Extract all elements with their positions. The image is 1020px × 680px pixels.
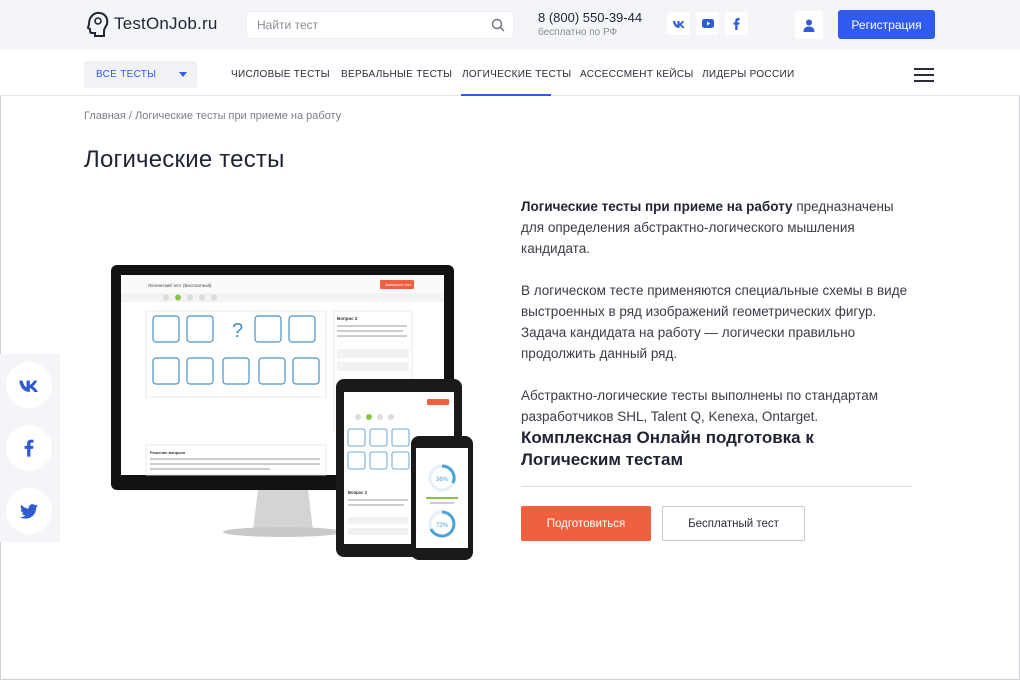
facebook-icon[interactable] [6, 425, 52, 471]
vk-icon[interactable] [6, 362, 52, 408]
breadcrumb[interactable]: Главная / Логические тесты при приеме на… [84, 110, 341, 122]
phone-progress-2: 72% [436, 523, 449, 529]
smartphone: 36% 72% [411, 436, 473, 560]
facebook-icon[interactable] [725, 12, 748, 35]
chevron-down-icon [179, 72, 187, 77]
divider [521, 486, 912, 487]
hamburger-menu-icon[interactable] [914, 68, 934, 82]
intro-paragraph-2: В логическом тесте применяются специальн… [521, 283, 908, 361]
header-social [667, 12, 748, 35]
twitter-icon[interactable] [6, 488, 52, 534]
intro-paragraph-3: Абстрактно-логические тесты выполнены по… [521, 388, 879, 424]
user-icon [803, 19, 815, 32]
top-header: TestOnJob.ru 8 (800) 550-39-44 бесплатно… [0, 0, 1020, 50]
nav-assessment-cases[interactable]: АССЕССМЕНТ КЕЙСЫ [580, 69, 694, 80]
logo-text: TestOnJob.ru [114, 14, 218, 33]
phone-block: 8 (800) 550-39-44 бесплатно по РФ [538, 10, 642, 38]
all-tests-dropdown[interactable]: ВСЕ ТЕСТЫ [84, 61, 197, 88]
prepare-button[interactable]: Подготовиться [521, 506, 651, 541]
monitor-question-label: Вопрос 2 [337, 316, 358, 321]
monitor-answer-label: Решение вопроса [150, 450, 186, 455]
free-test-button[interactable]: Бесплатный тест [662, 506, 805, 541]
share-sidebar [0, 354, 60, 542]
logo[interactable]: TestOnJob.ru [84, 10, 218, 38]
search-box [246, 11, 514, 39]
page-title: Логические тесты [84, 146, 285, 173]
monitor-test-title: Логический тест (Бесплатный) [148, 282, 212, 288]
cta-heading: Комплексная Онлайн подготовка к Логическ… [521, 428, 814, 469]
register-button[interactable]: Регистрация [838, 10, 935, 39]
search-input[interactable] [247, 12, 467, 38]
intro-paragraph-1: Логические тесты при приеме на работу пр… [521, 196, 913, 259]
tablet-question-label: Вопрос 3 [348, 490, 368, 495]
main-nav: ВСЕ ТЕСТЫ ЧИСЛОВЫЕ ТЕСТЫ ВЕРБАЛЬНЫЕ ТЕСТ… [0, 50, 1020, 96]
phone-note: бесплатно по РФ [538, 27, 618, 38]
intro-text: Логические тесты при приеме на работу пр… [521, 196, 913, 448]
monitor-finish-button: Завершить тест [385, 283, 412, 287]
vk-icon[interactable] [667, 12, 690, 35]
brain-head-icon [86, 11, 109, 37]
svg-text:?: ? [232, 320, 243, 342]
user-account-button[interactable] [795, 11, 823, 39]
all-tests-label: ВСЕ ТЕСТЫ [96, 69, 157, 80]
youtube-icon[interactable] [696, 12, 719, 35]
nav-leaders-russia[interactable]: ЛИДЕРЫ РОССИИ [702, 69, 794, 80]
search-icon[interactable] [491, 18, 505, 32]
devices-illustration: Логический тест (Бесплатный) Завершить т… [111, 265, 473, 560]
active-tab-indicator [461, 94, 551, 96]
nav-logic-tests[interactable]: ЛОГИЧЕСКИЕ ТЕСТЫ [462, 69, 571, 80]
phone-number[interactable]: 8 (800) 550-39-44 [538, 10, 642, 25]
nav-verbal-tests[interactable]: ВЕРБАЛЬНЫЕ ТЕСТЫ [341, 69, 452, 80]
nav-numeric-tests[interactable]: ЧИСЛОВЫЕ ТЕСТЫ [231, 69, 330, 80]
intro-strong: Логические тесты при приеме на работу [521, 199, 793, 214]
phone-progress-1: 36% [436, 477, 449, 483]
